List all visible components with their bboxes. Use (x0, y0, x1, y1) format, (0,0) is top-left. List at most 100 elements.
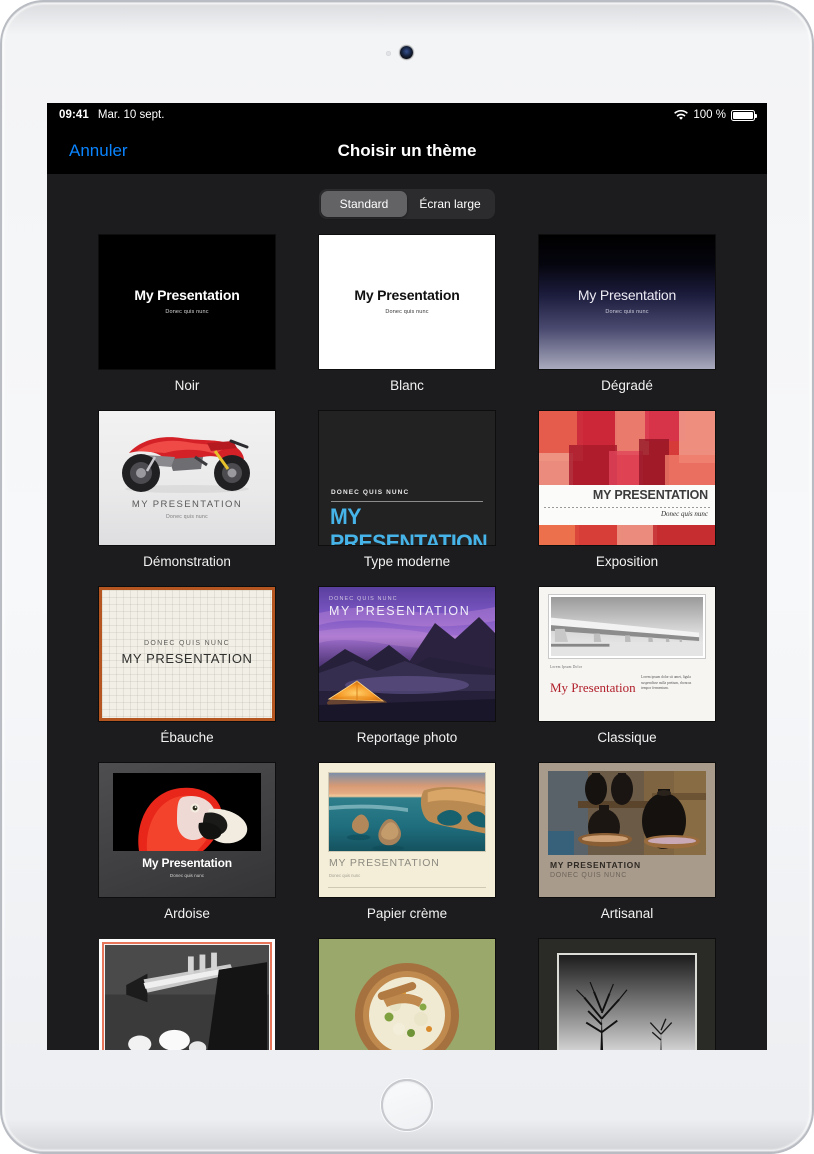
battery-percent-label: 100 % (693, 109, 726, 121)
theme-thumbnail-blanc[interactable]: My Presentation Donec quis nunc (319, 235, 495, 369)
slide-preview-demonstration: MY PRESENTATION Donec quis nunc (99, 411, 275, 545)
bridge-photo (549, 595, 705, 658)
slide-preview-papier-creme: MY PRESENTATION Donec quis nunc (319, 763, 495, 897)
theme-cell-classique[interactable]: Lorem Ipsum Dolor My Presentation Lorem … (539, 587, 715, 763)
slide-subtitle: DONEC QUIS NUNC (143, 640, 230, 647)
slide-preview-blanc: My Presentation Donec quis nunc (319, 235, 495, 369)
wifi-icon (674, 109, 689, 121)
theme-cell-partial-3[interactable] (539, 939, 715, 1050)
theme-thumbnail-degrade[interactable]: My Presentation Donec quis nunc (539, 235, 715, 369)
slide-title: MY PRESENTATION (550, 860, 641, 870)
theme-thumbnail-reportage-photo[interactable]: DONEC QUIS NUNC MY PRESENTATION (319, 587, 495, 721)
theme-label-artisanal: Artisanal (600, 906, 654, 921)
slide-title: MY PRESENTATION (131, 499, 243, 510)
slide-title: MY PRESENTATION (329, 857, 440, 869)
slide-divider (328, 887, 486, 888)
ipad-screen: 09:41 Mar. 10 sept. 100 % Annuler Choisi… (47, 103, 767, 1050)
slide-body-text: Lorem ipsum dolor sit amet, ligula suspe… (641, 675, 692, 691)
ambient-light-sensor-icon (386, 51, 391, 56)
theme-thumbnail-partial-3[interactable] (539, 939, 715, 1050)
slide-title: My Presentation (142, 856, 232, 870)
slide-preview-degrade: My Presentation Donec quis nunc (539, 235, 715, 369)
slide-title: MY PRESENTATION (329, 604, 471, 618)
slide-preview-reportage-photo: DONEC QUIS NUNC MY PRESENTATION (319, 587, 495, 721)
status-date: Mar. 10 sept. (97, 109, 165, 121)
segment-widescreen[interactable]: Écran large (407, 191, 493, 217)
theme-cell-artisanal[interactable]: MY PRESENTATION DONEC QUIS NUNC Artisana… (539, 763, 715, 939)
theme-cell-ebauche[interactable]: DONEC QUIS NUNC MY PRESENTATION Ébauche (99, 587, 275, 763)
slide-subtitle: DONEC QUIS NUNC (550, 872, 628, 879)
slide-preview-classique: Lorem Ipsum Dolor My Presentation Lorem … (539, 587, 715, 721)
navigation-bar: Annuler Choisir un thème (47, 127, 767, 174)
battery-full-icon (731, 109, 757, 121)
slide-text-band: MY PRESENTATION Donec quis nunc (539, 485, 715, 525)
slide-divider (331, 501, 483, 502)
slide-title: My Presentation (577, 287, 677, 303)
theme-cell-partial-2[interactable] (319, 939, 495, 1050)
slide-subtitle: Donec quis nunc (169, 873, 205, 878)
theme-thumbnail-demonstration[interactable]: MY PRESENTATION Donec quis nunc (99, 411, 275, 545)
theme-label-classique: Classique (597, 730, 657, 745)
theme-thumbnail-partial-1[interactable] (99, 939, 275, 1050)
theme-cell-noir[interactable]: My Presentation Donec quis nunc Noir (99, 235, 275, 411)
slide-subtitle: Donec quis nunc (165, 309, 209, 315)
theme-cell-demonstration[interactable]: MY PRESENTATION Donec quis nunc Démonstr… (99, 411, 275, 587)
slide-subtitle: Donec quis nunc (605, 309, 649, 315)
slide-subtitle: Donec quis nunc (385, 309, 429, 315)
theme-cell-reportage-photo[interactable]: DONEC QUIS NUNC MY PRESENTATION Reportag… (319, 587, 495, 763)
parrot-photo (113, 773, 261, 851)
slide-title: MY PRESENTATION (330, 504, 488, 545)
food-bowl-photo (349, 949, 465, 1050)
theme-cell-partial-1[interactable] (99, 939, 275, 1050)
theme-label-demonstration: Démonstration (143, 554, 231, 569)
slide-subtitle: Donec quis nunc (329, 873, 361, 878)
theme-cell-papier-creme[interactable]: MY PRESENTATION Donec quis nunc Papier c… (319, 763, 495, 939)
theme-label-ebauche: Ébauche (160, 730, 214, 745)
front-camera-icon (400, 46, 413, 59)
pottery-photo (548, 771, 706, 855)
theme-chooser-content: Standard Écran large My Presentation Don… (47, 174, 767, 1050)
slide-divider (544, 507, 710, 508)
slide-preview-ardoise: My Presentation Donec quis nunc (99, 763, 275, 897)
theme-thumbnail-noir[interactable]: My Presentation Donec quis nunc (99, 235, 275, 369)
theme-thumbnail-exposition[interactable]: MY PRESENTATION Donec quis nunc (539, 411, 715, 545)
slide-title: MY PRESENTATION (592, 488, 708, 502)
theme-thumbnail-classique[interactable]: Lorem Ipsum Dolor My Presentation Lorem … (539, 587, 715, 721)
theme-thumbnail-partial-2[interactable] (319, 939, 495, 1050)
sea-arch-photo (328, 772, 486, 852)
theme-label-reportage-photo: Reportage photo (356, 730, 458, 745)
cancel-button[interactable]: Annuler (69, 141, 128, 161)
segment-standard[interactable]: Standard (321, 191, 407, 217)
slide-title: My Presentation (354, 287, 460, 303)
theme-cell-exposition[interactable]: MY PRESENTATION Donec quis nunc Expositi… (539, 411, 715, 587)
theme-cell-ardoise[interactable]: My Presentation Donec quis nunc Ardoise (99, 763, 275, 939)
theme-label-exposition: Exposition (595, 554, 659, 569)
ipad-device: 09:41 Mar. 10 sept. 100 % Annuler Choisi… (0, 0, 814, 1154)
theme-thumbnail-type-moderne[interactable]: DONEC QUIS NUNC MY PRESENTATION (319, 411, 495, 545)
theme-thumbnail-artisanal[interactable]: MY PRESENTATION DONEC QUIS NUNC (539, 763, 715, 897)
theme-label-type-moderne: Type moderne (363, 554, 451, 569)
slide-subtitle: Donec quis nunc (660, 510, 708, 518)
theme-thumbnail-ardoise[interactable]: My Presentation Donec quis nunc (99, 763, 275, 897)
theme-grid: My Presentation Donec quis nunc Noir My … (47, 235, 767, 1050)
slide-subtitle: Donec quis nunc (166, 514, 208, 520)
page-title: Choisir un thème (337, 140, 477, 160)
status-bar: 09:41 Mar. 10 sept. 100 % (47, 103, 767, 127)
theme-cell-type-moderne[interactable]: DONEC QUIS NUNC MY PRESENTATION Type mod… (319, 411, 495, 587)
winter-trees-photo (557, 953, 697, 1050)
aspect-ratio-segmented-control[interactable]: Standard Écran large (319, 189, 495, 219)
theme-cell-blanc[interactable]: My Presentation Donec quis nunc Blanc (319, 235, 495, 411)
slide-title: MY PRESENTATION (121, 651, 253, 666)
theme-label-noir: Noir (174, 378, 200, 393)
theme-thumbnail-papier-creme[interactable]: MY PRESENTATION Donec quis nunc (319, 763, 495, 897)
slide-title: My Presentation (134, 287, 240, 303)
theme-cell-degrade[interactable]: My Presentation Donec quis nunc Dégradé (539, 235, 715, 411)
status-bar-left: 09:41 Mar. 10 sept. (59, 109, 164, 121)
theme-thumbnail-ebauche[interactable]: DONEC QUIS NUNC MY PRESENTATION (99, 587, 275, 721)
trumpet-photo (105, 945, 269, 1050)
home-button[interactable] (381, 1079, 433, 1131)
slide-preview-noir: My Presentation Donec quis nunc (99, 235, 275, 369)
slide-preview-ebauche: DONEC QUIS NUNC MY PRESENTATION (99, 587, 275, 721)
slide-subtitle: DONEC QUIS NUNC (329, 596, 398, 602)
theme-label-blanc: Blanc (390, 378, 424, 393)
